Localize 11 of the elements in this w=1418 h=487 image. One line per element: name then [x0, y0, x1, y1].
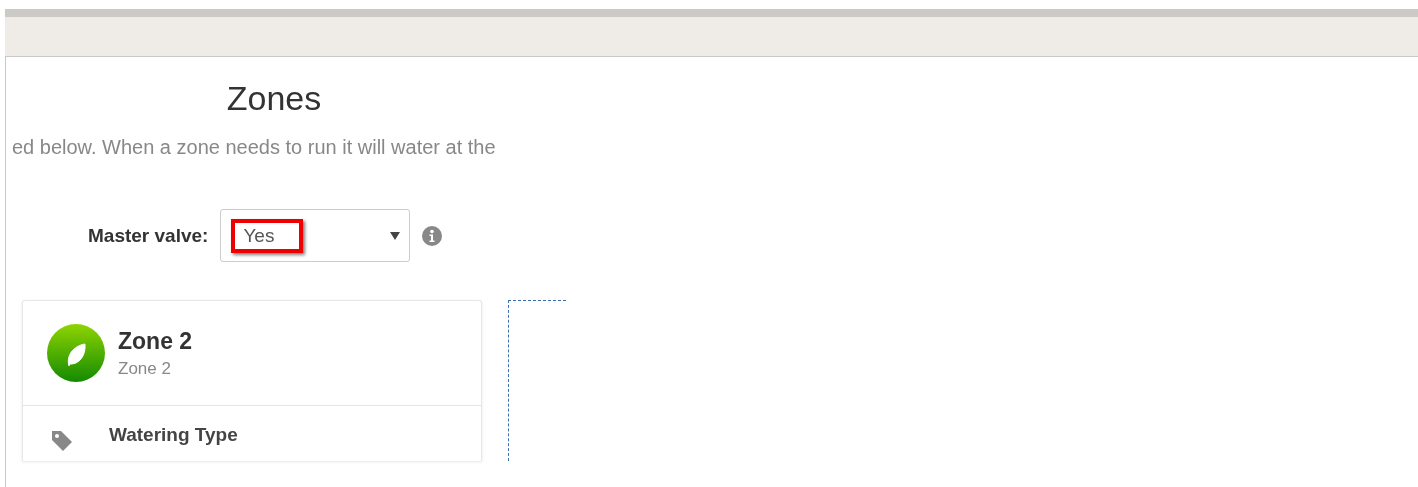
- zone-name: Zone 2: [118, 327, 193, 355]
- page-title: Zones: [225, 79, 323, 118]
- tag-icon: [51, 430, 73, 452]
- master-valve-label: Master valve:: [88, 224, 209, 247]
- leaf-icon: [47, 324, 105, 382]
- field-label: Watering Type: [109, 424, 238, 446]
- info-icon[interactable]: [422, 225, 443, 246]
- master-valve-select[interactable]: Yes: [220, 209, 411, 262]
- caret-icon: [390, 231, 401, 240]
- page-description: ed below. When a zone needs to run it will water at the: [12, 136, 497, 159]
- zone-subtitle: Zone 2: [118, 358, 172, 379]
